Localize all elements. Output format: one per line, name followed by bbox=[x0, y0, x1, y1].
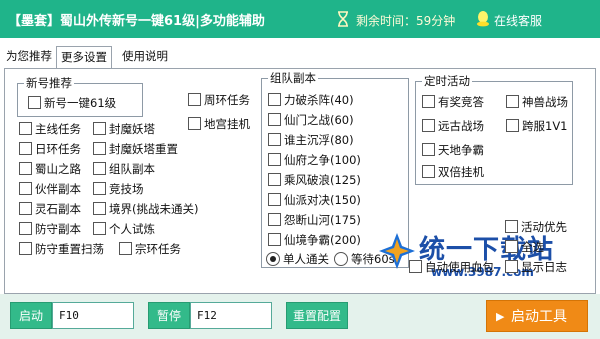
checkbox-box[interactable] bbox=[19, 182, 32, 195]
checkbox-xianjing[interactable]: 仙境争霸(200) bbox=[268, 232, 361, 250]
checkbox-box[interactable] bbox=[506, 119, 519, 132]
checkbox-tiandi[interactable]: 天地争霸 bbox=[422, 142, 484, 160]
checkbox-fangshou-chongzhi[interactable]: 防守重置扫荡 bbox=[19, 241, 104, 259]
checkbox-box[interactable] bbox=[268, 93, 281, 106]
checkbox-box[interactable] bbox=[19, 202, 32, 215]
online-service-link[interactable]: 在线客服 bbox=[494, 12, 542, 29]
checkbox-zhuxian[interactable]: 主线任务 bbox=[19, 121, 81, 139]
start-hotkey-input[interactable]: F10 bbox=[52, 302, 134, 329]
checkbox-box[interactable] bbox=[93, 122, 106, 135]
checkbox-box[interactable] bbox=[505, 220, 518, 233]
checkbox-box[interactable] bbox=[268, 153, 281, 166]
group-title-new-account: 新号推荐 bbox=[24, 76, 74, 90]
checkbox-box[interactable] bbox=[93, 142, 106, 155]
checkbox-lipo[interactable]: 力破杀阵(40) bbox=[268, 92, 354, 110]
hourglass-icon bbox=[338, 11, 348, 27]
checkbox-box[interactable] bbox=[93, 222, 106, 235]
group-new-account: 新号推荐 新号一键61级 bbox=[17, 76, 143, 117]
remaining-time: 剩余时间：59分钟 bbox=[356, 14, 456, 28]
checkbox-box[interactable] bbox=[19, 122, 32, 135]
checkbox-box[interactable] bbox=[268, 133, 281, 146]
pause-hotkey-input[interactable]: F12 bbox=[190, 302, 272, 329]
pause-hotkey-button[interactable]: 暂停 bbox=[148, 302, 190, 329]
checkbox-box[interactable] bbox=[28, 96, 41, 109]
launch-tool-label: 启动工具 bbox=[511, 309, 567, 325]
title-bar: 【墨套】蜀山外传新号一键61级|多功能辅助 剩余时间：59分钟 在线客服 bbox=[0, 0, 600, 38]
settings-panel: 新号推荐 新号一键61级 周环任务 地宫挂机 主线任务 日环任务 蜀山之路 伙伴… bbox=[4, 68, 596, 294]
launch-tool-button[interactable]: ▶ 启动工具 bbox=[486, 300, 588, 332]
checkbox-chengfeng[interactable]: 乘风破浪(125) bbox=[268, 172, 361, 190]
checkbox-zudui-fuben[interactable]: 组队副本 bbox=[93, 161, 155, 179]
checkbox-box[interactable] bbox=[422, 165, 435, 178]
checkbox-box[interactable] bbox=[506, 95, 519, 108]
checkbox-kuafu[interactable]: 跨服1V1 bbox=[506, 118, 568, 136]
qq-penguin-icon[interactable] bbox=[475, 10, 491, 27]
checkbox-huoban[interactable]: 伙伴副本 bbox=[19, 181, 81, 199]
checkbox-shenshou[interactable]: 神兽战场 bbox=[506, 94, 568, 112]
checkbox-box[interactable] bbox=[19, 222, 32, 235]
checkbox-box[interactable] bbox=[19, 162, 32, 175]
checkbox-lingshi[interactable]: 灵石副本 bbox=[19, 201, 81, 219]
checkbox-zhouhuan[interactable]: 周环任务 bbox=[188, 92, 250, 110]
checkbox-box[interactable] bbox=[422, 143, 435, 156]
group-title-timed: 定时活动 bbox=[422, 74, 472, 88]
checkbox-box[interactable] bbox=[422, 95, 435, 108]
checkbox-box[interactable] bbox=[422, 119, 435, 132]
radio-dot[interactable] bbox=[334, 251, 348, 266]
tab-recommend[interactable]: 为您推荐 bbox=[2, 46, 56, 68]
checkbox-box[interactable] bbox=[93, 202, 106, 215]
checkbox-geren[interactable]: 个人试炼 bbox=[93, 221, 155, 239]
radio-single[interactable]: 单人通关 bbox=[266, 251, 329, 269]
checkbox-xianfu[interactable]: 仙府之争(100) bbox=[268, 152, 361, 170]
start-hotkey-button[interactable]: 启动 bbox=[10, 302, 52, 329]
checkbox-shushan[interactable]: 蜀山之路 bbox=[19, 161, 81, 179]
checkbox-box[interactable] bbox=[268, 233, 281, 246]
checkbox-box[interactable] bbox=[188, 93, 201, 106]
checkbox-fengmo-ta[interactable]: 封魔妖塔 bbox=[93, 121, 155, 139]
checkbox-box[interactable] bbox=[93, 162, 106, 175]
checkbox-box[interactable] bbox=[505, 240, 518, 253]
checkbox-youjiang[interactable]: 有奖竞答 bbox=[422, 94, 484, 112]
checkbox-box[interactable] bbox=[19, 242, 32, 255]
checkbox-new-61[interactable]: 新号一键61级 bbox=[28, 95, 116, 113]
checkbox-yuangu[interactable]: 远古战场 bbox=[422, 118, 484, 136]
checkbox-richang[interactable]: 日环任务 bbox=[19, 141, 81, 159]
checkbox-zidong-xuebao[interactable]: 自动使用血包 bbox=[409, 259, 494, 277]
checkbox-box[interactable] bbox=[268, 113, 281, 126]
tab-strip: 为您推荐 更多设置 使用说明 bbox=[0, 46, 600, 69]
checkbox-xianshi-rizhi[interactable]: 显示日志 bbox=[505, 259, 567, 277]
tab-more-settings[interactable]: 更多设置 bbox=[56, 46, 112, 69]
checkbox-zonghuan[interactable]: 宗环任务 bbox=[119, 241, 181, 259]
reset-config-button[interactable]: 重置配置 bbox=[286, 302, 348, 329]
checkbox-fengmo-chongzhi[interactable]: 封魔妖塔重置 bbox=[93, 141, 178, 159]
window-title: 【墨套】蜀山外传新号一键61级|多功能辅助 bbox=[8, 14, 265, 29]
group-timed-activity: 定时活动 有奖竞答 神兽战场 远古战场 跨服1V1 天地争霸 双倍挂机 bbox=[415, 74, 573, 185]
checkbox-jingji[interactable]: 竞技场 bbox=[93, 181, 144, 199]
group-title-team: 组队副本 bbox=[268, 71, 318, 85]
checkbox-shuizhu[interactable]: 谁主沉浮(80) bbox=[268, 132, 354, 150]
checkbox-box[interactable] bbox=[268, 213, 281, 226]
play-arrow-icon: ▶ bbox=[496, 310, 505, 323]
checkbox-huodong-youxian[interactable]: 活动优先 bbox=[505, 219, 567, 237]
tab-instructions[interactable]: 使用说明 bbox=[118, 46, 172, 68]
checkbox-box[interactable] bbox=[93, 182, 106, 195]
checkbox-digong[interactable]: 地宫挂机 bbox=[188, 116, 250, 134]
checkbox-box[interactable] bbox=[19, 142, 32, 155]
checkbox-box[interactable] bbox=[268, 173, 281, 186]
checkbox-quanxuan[interactable]: 全选 bbox=[505, 239, 544, 257]
radio-dot[interactable] bbox=[266, 251, 280, 266]
checkbox-xianpai[interactable]: 仙派对决(150) bbox=[268, 192, 361, 210]
checkbox-box[interactable] bbox=[409, 260, 422, 273]
checkbox-box[interactable] bbox=[505, 260, 518, 273]
checkbox-yuanduan[interactable]: 怨断山河(175) bbox=[268, 212, 361, 230]
checkbox-xianmen[interactable]: 仙门之战(60) bbox=[268, 112, 354, 130]
checkbox-jingjie[interactable]: 境界(挑战未通关) bbox=[93, 201, 198, 219]
checkbox-box[interactable] bbox=[268, 193, 281, 206]
checkbox-fangshou[interactable]: 防守副本 bbox=[19, 221, 81, 239]
checkbox-shuangbei[interactable]: 双倍挂机 bbox=[422, 164, 484, 182]
checkbox-box[interactable] bbox=[188, 117, 201, 130]
checkbox-box[interactable] bbox=[119, 242, 132, 255]
